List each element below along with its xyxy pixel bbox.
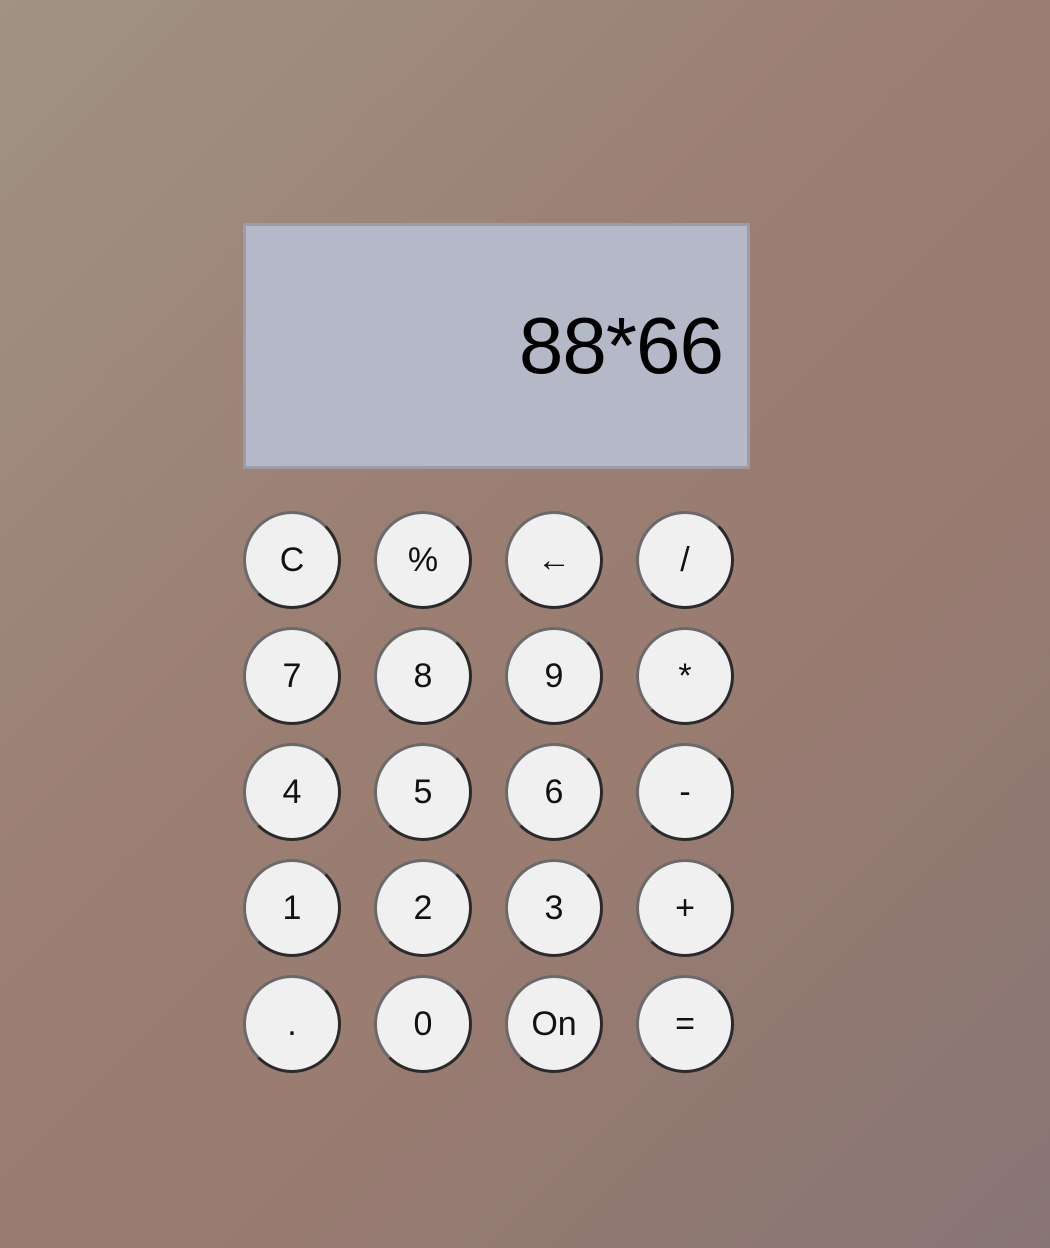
equals-button[interactable]: =	[636, 975, 734, 1073]
backspace-button[interactable]: ←	[505, 511, 603, 609]
digit-6-button[interactable]: 6	[505, 743, 603, 841]
display-value: 88*66	[518, 301, 724, 390]
calculator-display: 88*66	[243, 223, 750, 469]
keypad: C % ← / 7 8 9 * 4 5 6 - 1 2 3 + . 0 On =	[243, 511, 734, 1073]
subtract-button[interactable]: -	[636, 743, 734, 841]
digit-3-button[interactable]: 3	[505, 859, 603, 957]
calculator: 88*66 C % ← / 7 8 9 * 4 5 6 - 1 2 3 + . …	[243, 223, 750, 1073]
digit-1-button[interactable]: 1	[243, 859, 341, 957]
add-button[interactable]: +	[636, 859, 734, 957]
digit-5-button[interactable]: 5	[374, 743, 472, 841]
digit-0-button[interactable]: 0	[374, 975, 472, 1073]
multiply-button[interactable]: *	[636, 627, 734, 725]
digit-7-button[interactable]: 7	[243, 627, 341, 725]
digit-8-button[interactable]: 8	[374, 627, 472, 725]
power-on-button[interactable]: On	[505, 975, 603, 1073]
digit-9-button[interactable]: 9	[505, 627, 603, 725]
digit-2-button[interactable]: 2	[374, 859, 472, 957]
percent-button[interactable]: %	[374, 511, 472, 609]
clear-button[interactable]: C	[243, 511, 341, 609]
divide-button[interactable]: /	[636, 511, 734, 609]
digit-4-button[interactable]: 4	[243, 743, 341, 841]
decimal-point-button[interactable]: .	[243, 975, 341, 1073]
